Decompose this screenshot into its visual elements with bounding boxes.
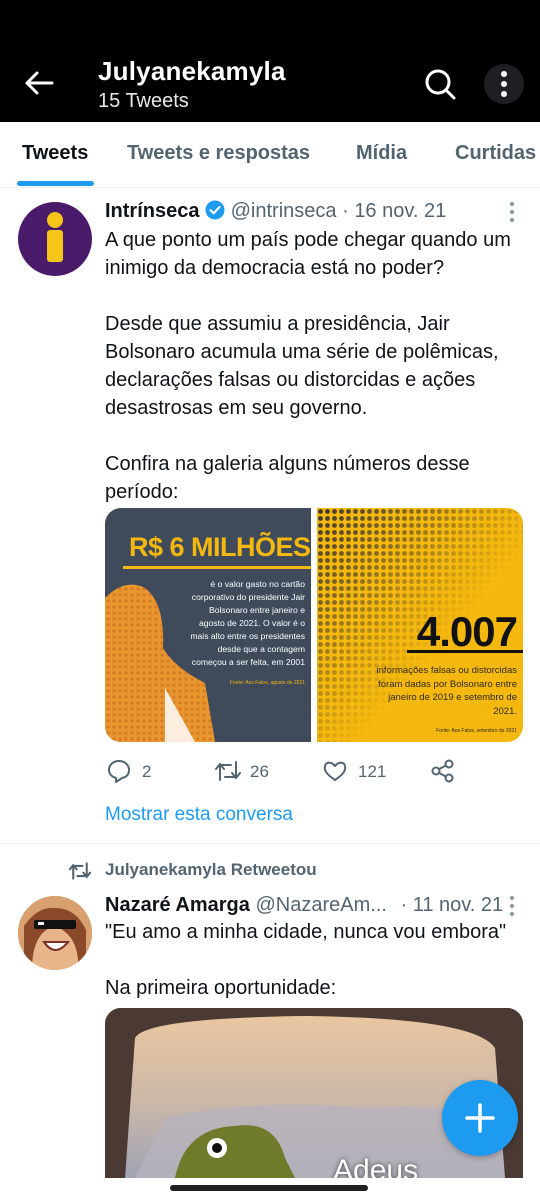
media-image-right[interactable]: 4.007 informações falsas ou distorcidas …: [317, 508, 523, 742]
media-right-headline: 4.007: [416, 608, 518, 655]
gesture-nav-bar[interactable]: [170, 1185, 368, 1191]
tweet-date[interactable]: 11 nov. 21: [413, 894, 503, 916]
tweet-options-icon[interactable]: [502, 200, 522, 224]
retweeted-icon: [68, 862, 92, 880]
media-left-source: Fonte: Aos Fatos, agosto de 2021: [229, 680, 305, 686]
tweet-divider: [0, 843, 540, 844]
tab-likes[interactable]: Curtidas: [455, 142, 536, 165]
arrow-left-icon[interactable]: [22, 66, 56, 100]
intrinseca-logo-icon: [47, 212, 63, 262]
media-left-headline: R$ 6 MILHÕES: [129, 532, 311, 562]
retweet-icon[interactable]: [214, 758, 242, 784]
tweet-date[interactable]: 16 nov. 21: [354, 200, 446, 222]
profile-tabs: Tweets Tweets e respostas Mídia Curtidas: [0, 122, 540, 188]
profile-name: Julyanekamyla: [98, 56, 286, 86]
tweet-header: Nazaré Amarga @NazareAm... · 11 nov. 21: [105, 894, 503, 917]
tab-media[interactable]: Mídia: [356, 142, 407, 165]
tweet-text: "Eu amo a minha cidade, nunca vou embora…: [105, 921, 507, 999]
tweet-count: 15 Tweets: [98, 90, 189, 112]
nazare-meme-avatar: [18, 896, 92, 970]
author-handle[interactable]: @NazareAm...: [255, 894, 386, 916]
status-bar: [0, 0, 540, 44]
show-conversation-link[interactable]: Mostrar esta conversa: [105, 804, 293, 826]
tab-tweets-and-replies[interactable]: Tweets e respostas: [127, 142, 310, 165]
media-right-source: Fonte: Aos Fatos, setembro de 2021: [436, 728, 517, 734]
reply-icon[interactable]: [106, 758, 132, 784]
separator-dot: ·: [342, 200, 349, 222]
search-icon[interactable]: [422, 66, 458, 102]
author-name[interactable]: Nazaré Amarga: [105, 894, 250, 916]
tweet-options-icon[interactable]: [502, 894, 522, 918]
avatar[interactable]: [18, 896, 92, 970]
media-image-left[interactable]: R$ 6 MILHÕES é o valor gasto no cartão c…: [105, 508, 311, 742]
compose-tweet-button[interactable]: [442, 1080, 518, 1156]
retweet-count: 26: [250, 762, 269, 781]
more-button[interactable]: [484, 64, 524, 104]
author-name[interactable]: Intrínseca: [105, 200, 199, 222]
avatar[interactable]: [18, 202, 92, 276]
media-caption: Adeus: [333, 1154, 419, 1178]
author-handle[interactable]: @intrinseca: [231, 200, 337, 222]
reply-count: 2: [142, 762, 152, 781]
media-left-body: é o valor gasto no cartão corporativo do…: [190, 579, 305, 667]
like-heart-icon[interactable]: [322, 758, 348, 784]
profile-header: Julyanekamyla 15 Tweets: [0, 44, 540, 122]
tweet-header: Intrínseca @intrinseca · 16 nov. 21: [105, 200, 446, 223]
retweet-label[interactable]: Julyanekamyla Retweetou: [105, 860, 317, 880]
like-count: 121: [358, 762, 387, 781]
verified-badge-icon: [205, 200, 225, 220]
plus-icon: [465, 1103, 495, 1133]
media-right-body: informações falsas ou distorcidas foram …: [376, 665, 517, 717]
share-icon[interactable]: [430, 758, 456, 784]
more-vertical-icon: [501, 71, 507, 97]
tweet-text: A que ponto um país pode chegar quando u…: [105, 229, 511, 503]
separator-dot: ·: [400, 894, 408, 916]
active-tab-indicator: [17, 181, 94, 186]
tab-tweets[interactable]: Tweets: [22, 142, 88, 165]
